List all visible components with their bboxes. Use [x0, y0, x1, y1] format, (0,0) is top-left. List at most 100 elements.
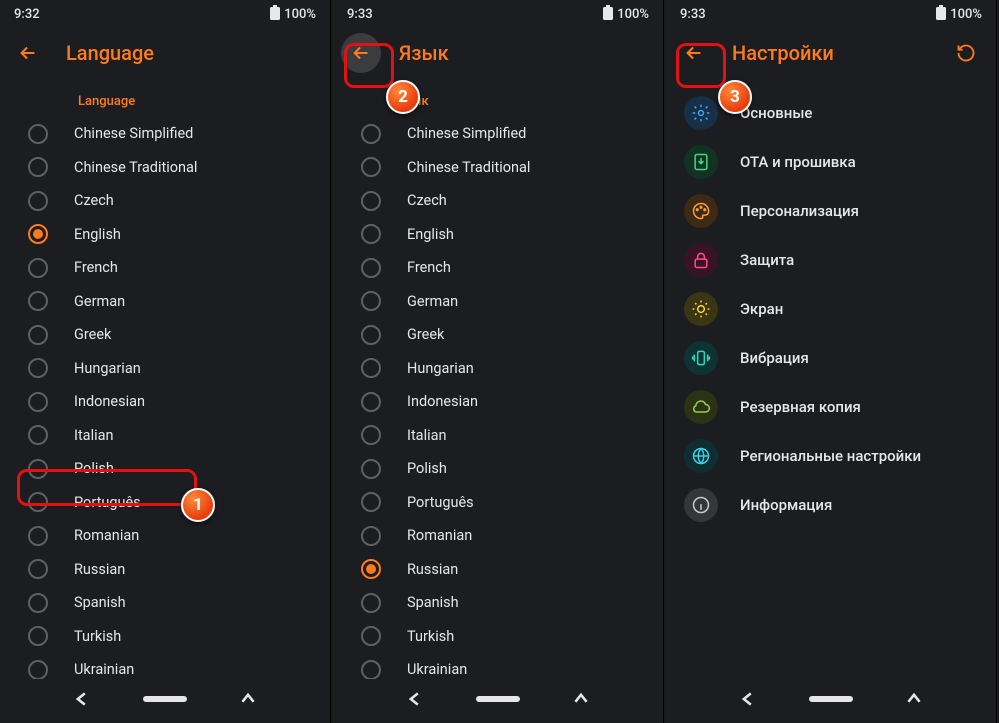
- language-option[interactable]: Italian: [0, 419, 330, 453]
- language-option[interactable]: Spanish: [0, 586, 330, 620]
- vibrate-icon: [684, 341, 718, 375]
- language-option[interactable]: Chinese Traditional: [333, 151, 663, 185]
- radio-icon: [28, 626, 48, 646]
- content: ОсновныеOTA и прошивка Персонализация Защи…: [666, 78, 996, 679]
- language-option[interactable]: German: [333, 285, 663, 319]
- nav-home[interactable]: [801, 683, 861, 715]
- language-option[interactable]: Romanian: [0, 519, 330, 553]
- settings-item[interactable]: Вибрация: [666, 333, 996, 382]
- language-label: French: [74, 259, 118, 276]
- status-right: 100%: [270, 5, 316, 24]
- language-option[interactable]: Português: [333, 486, 663, 520]
- download-icon: [684, 145, 718, 179]
- settings-item[interactable]: Защита: [666, 235, 996, 284]
- nav-back[interactable]: [718, 683, 778, 715]
- language-option[interactable]: Turkish: [333, 620, 663, 654]
- back-button[interactable]: [341, 33, 381, 73]
- language-option[interactable]: Spanish: [333, 586, 663, 620]
- language-option[interactable]: Polish: [0, 452, 330, 486]
- nav-recent[interactable]: [884, 683, 944, 715]
- header: Настройки: [666, 28, 996, 78]
- nav-home[interactable]: [468, 683, 528, 715]
- language-option[interactable]: Português: [0, 486, 330, 520]
- settings-item[interactable]: Персонализация: [666, 186, 996, 235]
- settings-label: Персонализация: [740, 202, 859, 220]
- language-option[interactable]: Romanian: [333, 519, 663, 553]
- language-option[interactable]: Ukrainian: [333, 653, 663, 679]
- language-label: Greek: [74, 326, 111, 343]
- language-label: English: [74, 226, 121, 243]
- language-label: German: [74, 293, 125, 310]
- language-option[interactable]: Indonesian: [333, 385, 663, 419]
- nav-recent[interactable]: [551, 683, 611, 715]
- status-bar: 9:33 100%: [666, 0, 996, 28]
- language-option[interactable]: Polish: [333, 452, 663, 486]
- language-label: Turkish: [407, 628, 454, 645]
- language-option[interactable]: Greek: [333, 318, 663, 352]
- language-option[interactable]: Russian: [0, 553, 330, 587]
- radio-icon: [361, 459, 381, 479]
- language-label: Greek: [407, 326, 444, 343]
- settings-item[interactable]: Основные: [666, 88, 996, 137]
- nav-back[interactable]: [52, 683, 112, 715]
- header: Language: [0, 28, 330, 78]
- language-option[interactable]: Czech: [0, 184, 330, 218]
- language-option[interactable]: French: [333, 251, 663, 285]
- settings-item[interactable]: OTA и прошивка: [666, 137, 996, 186]
- radio-icon: [361, 358, 381, 378]
- language-option[interactable]: English: [0, 218, 330, 252]
- language-option[interactable]: Italian: [333, 419, 663, 453]
- nav-home[interactable]: [135, 683, 195, 715]
- language-option[interactable]: French: [0, 251, 330, 285]
- settings-item[interactable]: Информация: [666, 480, 996, 529]
- radio-icon: [361, 626, 381, 646]
- radio-icon: [28, 157, 48, 177]
- language-label: Russian: [407, 561, 458, 578]
- nav-bar: [0, 679, 330, 723]
- gear-icon: [684, 96, 718, 130]
- settings-label: Региональные настройки: [740, 447, 921, 465]
- settings-label: Вибрация: [740, 349, 809, 367]
- status-bar: 9:32 100%: [0, 0, 330, 28]
- language-label: Romanian: [74, 527, 139, 544]
- language-label: Spanish: [407, 594, 459, 611]
- battery-icon: [270, 5, 280, 24]
- nav-back[interactable]: [385, 683, 445, 715]
- language-option[interactable]: Czech: [333, 184, 663, 218]
- back-button[interactable]: [8, 33, 48, 73]
- radio-icon: [361, 291, 381, 311]
- language-option[interactable]: Chinese Simplified: [333, 117, 663, 151]
- radio-icon: [361, 325, 381, 345]
- language-option[interactable]: Greek: [0, 318, 330, 352]
- settings-item[interactable]: Экран: [666, 284, 996, 333]
- status-right: 100%: [603, 5, 649, 24]
- reset-button[interactable]: [946, 33, 986, 73]
- radio-icon: [361, 157, 381, 177]
- settings-item[interactable]: Региональные настройки: [666, 431, 996, 480]
- header: Язык: [333, 28, 663, 78]
- battery-icon: [603, 5, 613, 24]
- battery-icon: [936, 5, 946, 24]
- language-option[interactable]: Indonesian: [0, 385, 330, 419]
- language-label: Czech: [74, 192, 114, 209]
- settings-item[interactable]: Резервная копия: [666, 382, 996, 431]
- language-option[interactable]: English: [333, 218, 663, 252]
- language-option[interactable]: Ukrainian: [0, 653, 330, 679]
- language-label: Chinese Simplified: [407, 125, 526, 142]
- cloud-icon: [684, 390, 718, 424]
- language-option[interactable]: Chinese Traditional: [0, 151, 330, 185]
- language-option[interactable]: Turkish: [0, 620, 330, 654]
- radio-icon: [361, 593, 381, 613]
- content: ык Chinese SimplifiedChinese Traditional…: [333, 78, 663, 679]
- language-option[interactable]: Hungarian: [0, 352, 330, 386]
- back-button[interactable]: [674, 33, 714, 73]
- radio-icon: [28, 191, 48, 211]
- phone-pane-3: 9:33 100% Настройки ОсновныеOTA и прошив…: [666, 0, 997, 723]
- language-option[interactable]: Chinese Simplified: [0, 117, 330, 151]
- language-option[interactable]: German: [0, 285, 330, 319]
- info-icon: [684, 488, 718, 522]
- language-option[interactable]: Russian: [333, 553, 663, 587]
- language-option[interactable]: Hungarian: [333, 352, 663, 386]
- language-label: Hungarian: [407, 360, 474, 377]
- nav-recent[interactable]: [218, 683, 278, 715]
